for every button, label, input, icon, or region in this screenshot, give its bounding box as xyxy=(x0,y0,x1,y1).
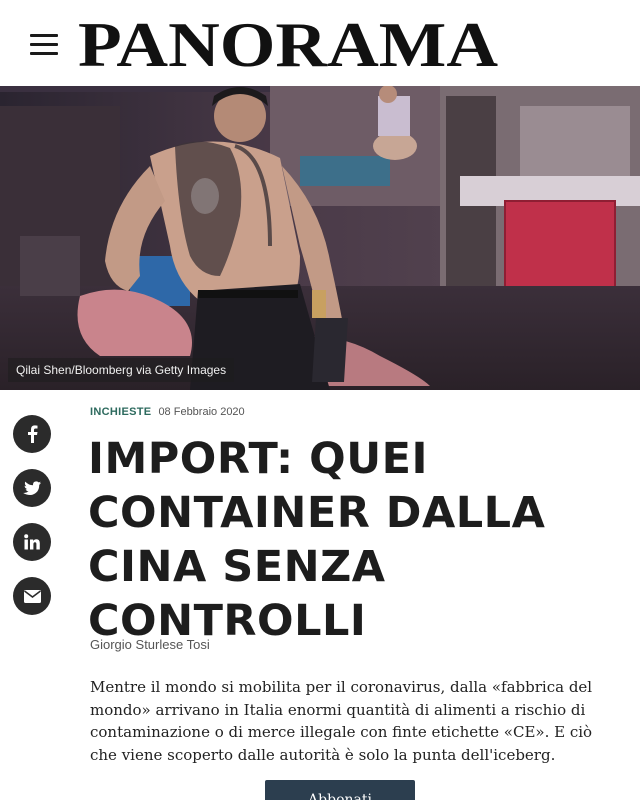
svg-text:PANORAMA: PANORAMA xyxy=(78,10,498,76)
share-linkedin-button[interactable] xyxy=(13,523,51,561)
share-facebook-button[interactable] xyxy=(13,415,51,453)
category-link[interactable]: INCHIESTE xyxy=(90,406,151,418)
article-author[interactable]: Giorgio Sturlese Tosi xyxy=(90,637,210,652)
hero-image: Qilai Shen/Bloomberg via Getty Images xyxy=(0,86,640,390)
article-lead: Mentre il mondo si mobilita per il coron… xyxy=(90,678,593,764)
article-title: IMPORT: QUEI CONTAINER DALLA CINA SENZA … xyxy=(88,434,546,646)
site-header: PANORAMA xyxy=(0,0,640,86)
share-twitter-button[interactable] xyxy=(13,469,51,507)
subscribe-button[interactable]: Abbonati xyxy=(265,780,415,800)
publish-date: 08 Febbraio 2020 xyxy=(158,406,245,418)
email-icon xyxy=(23,589,41,603)
facebook-icon xyxy=(28,425,38,443)
photo-credit: Qilai Shen/Bloomberg via Getty Images xyxy=(8,358,235,382)
twitter-icon xyxy=(23,480,41,495)
share-email-button[interactable] xyxy=(13,577,51,615)
hamburger-menu-icon[interactable] xyxy=(30,34,58,56)
article-meta: INCHIESTE 08 Febbraio 2020 xyxy=(90,406,245,418)
market-photo xyxy=(0,86,640,390)
linkedin-icon xyxy=(24,534,40,550)
site-logo[interactable]: PANORAMA xyxy=(76,10,500,76)
